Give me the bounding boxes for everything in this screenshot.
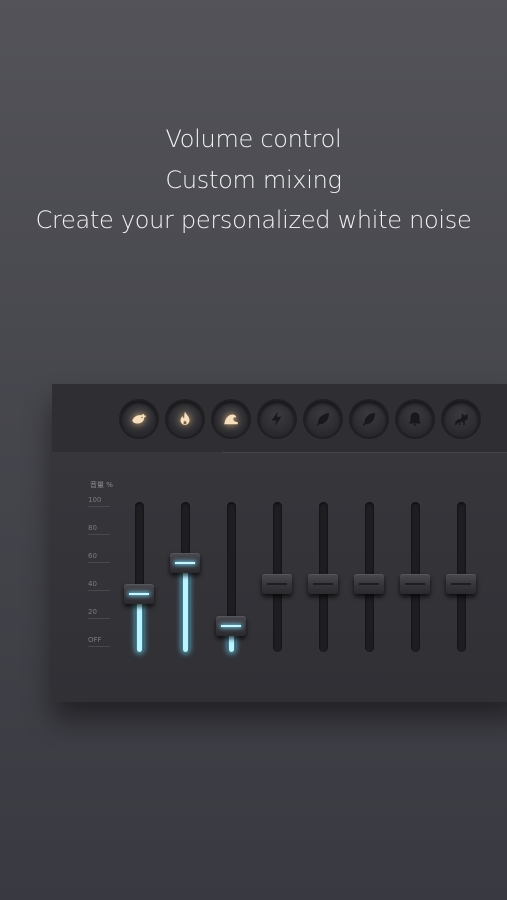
volume-scale-title: 音量 % [90,481,113,489]
scale-tick-off: OFF [88,636,110,647]
fader-knob-fire[interactable] [170,553,200,573]
fader-track-bird[interactable] [134,502,144,652]
fader-level-fire [182,568,188,652]
ocean-wave-icon [224,414,238,425]
fire-icon [180,411,190,425]
fader-knob-thunder[interactable] [262,574,292,594]
scale-tick-80: 80 [88,524,110,535]
bird-icon [132,413,147,424]
mixer-console: 音量 % 100 80 60 40 20 OFF [52,384,507,702]
channel-button-cat[interactable] [443,401,479,437]
leaf-icon [316,413,329,427]
channel-button-feather[interactable] [351,401,387,437]
channel-button-bird[interactable] [121,401,157,437]
fader-knob-bell[interactable] [400,574,430,594]
sound-icon-bar [52,384,507,453]
channel-button-fire[interactable] [167,401,203,437]
fader-knob-feather[interactable] [354,574,384,594]
bell-icon [409,412,421,426]
fader-panel: 音量 % 100 80 60 40 20 OFF [52,452,507,702]
fader-knob-leaf[interactable] [308,574,338,594]
fader-knob-bird[interactable] [124,583,154,604]
channel-button-bell[interactable] [397,401,433,437]
scale-tick-100: 100 [88,496,110,507]
scale-tick-60: 60 [88,552,110,563]
fader-knob-waves[interactable] [216,616,246,636]
channel-button-waves[interactable] [213,401,249,437]
scale-tick-40: 40 [88,580,110,591]
headline-volume-control: Volume control [165,125,342,153]
channel-button-leaf[interactable] [305,401,341,437]
lightning-icon [271,411,282,427]
headline-custom-mixing: Custom mixing [165,166,342,194]
panel-divider [222,452,507,453]
scale-tick-20: 20 [88,608,110,619]
channel-button-thunder[interactable] [259,401,295,437]
cat-icon [455,413,468,425]
fader-knob-cat[interactable] [446,574,476,594]
headline-white-noise: Create your personalized white noise [35,206,472,234]
feather-icon [363,413,375,426]
fader-level-bird [136,598,142,652]
fader-track-fire[interactable] [180,502,190,652]
